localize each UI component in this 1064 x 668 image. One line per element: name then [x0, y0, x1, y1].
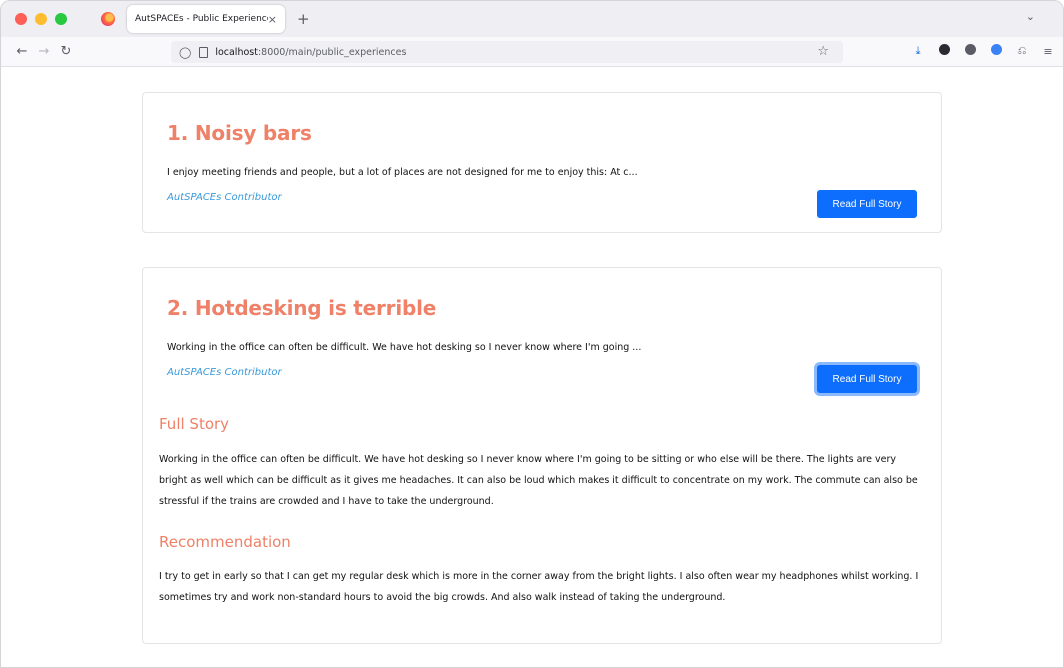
browser-window: AutSPACEs - Public Experiences × + ⌄ ← →… [0, 0, 1064, 668]
close-window-button[interactable] [15, 13, 27, 25]
tab-title: AutSPACEs - Public Experiences [135, 14, 268, 24]
story-card: 2. Hotdesking is terrible Working in the… [142, 267, 942, 644]
extension-icon-3[interactable] [989, 44, 1003, 58]
url-path: :8000/main/public_experiences [257, 46, 407, 58]
story-excerpt: I enjoy meeting friends and people, but … [167, 167, 638, 178]
reload-icon[interactable]: ↻ [55, 44, 77, 59]
bookmark-star-icon[interactable]: ☆ [817, 44, 829, 59]
toolbar-icons: ⤓ ⎌ ≡ [911, 44, 1055, 58]
minimize-window-button[interactable] [35, 13, 47, 25]
shield-icon[interactable]: ◯ [179, 46, 191, 59]
page-content: 1. Noisy bars I enjoy meeting friends an… [1, 68, 1063, 667]
story-title: 1. Noisy bars [167, 121, 312, 145]
new-tab-button[interactable]: + [297, 10, 310, 28]
url-host: localhost [215, 46, 258, 58]
story-title: 2. Hotdesking is terrible [167, 296, 437, 320]
back-arrow-icon[interactable]: ← [11, 44, 33, 59]
url-bar[interactable]: ◯ localhost:8000/main/public_experiences… [171, 41, 843, 63]
extension-icon-1[interactable] [937, 44, 951, 58]
read-full-story-button[interactable]: Read Full Story [817, 190, 917, 218]
url-text[interactable]: localhost:8000/main/public_experiences [215, 47, 406, 58]
tab-bar: AutSPACEs - Public Experiences × + ⌄ [1, 1, 1063, 37]
downloads-icon[interactable]: ⤓ [911, 44, 925, 58]
story-excerpt: Working in the office can often be diffi… [167, 342, 642, 353]
maximize-window-button[interactable] [55, 13, 67, 25]
full-story-heading: Full Story [159, 415, 230, 433]
page-info-icon[interactable] [199, 46, 209, 58]
tab-close-icon[interactable]: × [268, 13, 277, 26]
tab-public-experiences[interactable]: AutSPACEs - Public Experiences × [127, 5, 285, 33]
full-story-text: Working in the office can often be diffi… [159, 454, 918, 507]
recommendation-heading: Recommendation [159, 533, 291, 551]
recommendation-text: I try to get in early so that I can get … [159, 571, 919, 603]
window-controls [15, 13, 67, 25]
firefox-icon [101, 12, 115, 26]
tab-list-chevron-icon[interactable]: ⌄ [1026, 10, 1035, 23]
extensions-puzzle-icon[interactable]: ⎌ [1015, 44, 1029, 58]
story-author: AutSPACEs Contributor [167, 367, 282, 378]
read-full-story-button[interactable]: Read Full Story [817, 365, 917, 393]
story-author: AutSPACEs Contributor [167, 192, 282, 203]
story-card: 1. Noisy bars I enjoy meeting friends an… [142, 92, 942, 233]
extension-icon-2[interactable] [963, 44, 977, 58]
navigation-bar: ← → ↻ ◯ localhost:8000/main/public_exper… [1, 37, 1063, 67]
forward-arrow-icon[interactable]: → [33, 44, 55, 59]
menu-icon[interactable]: ≡ [1041, 45, 1055, 58]
